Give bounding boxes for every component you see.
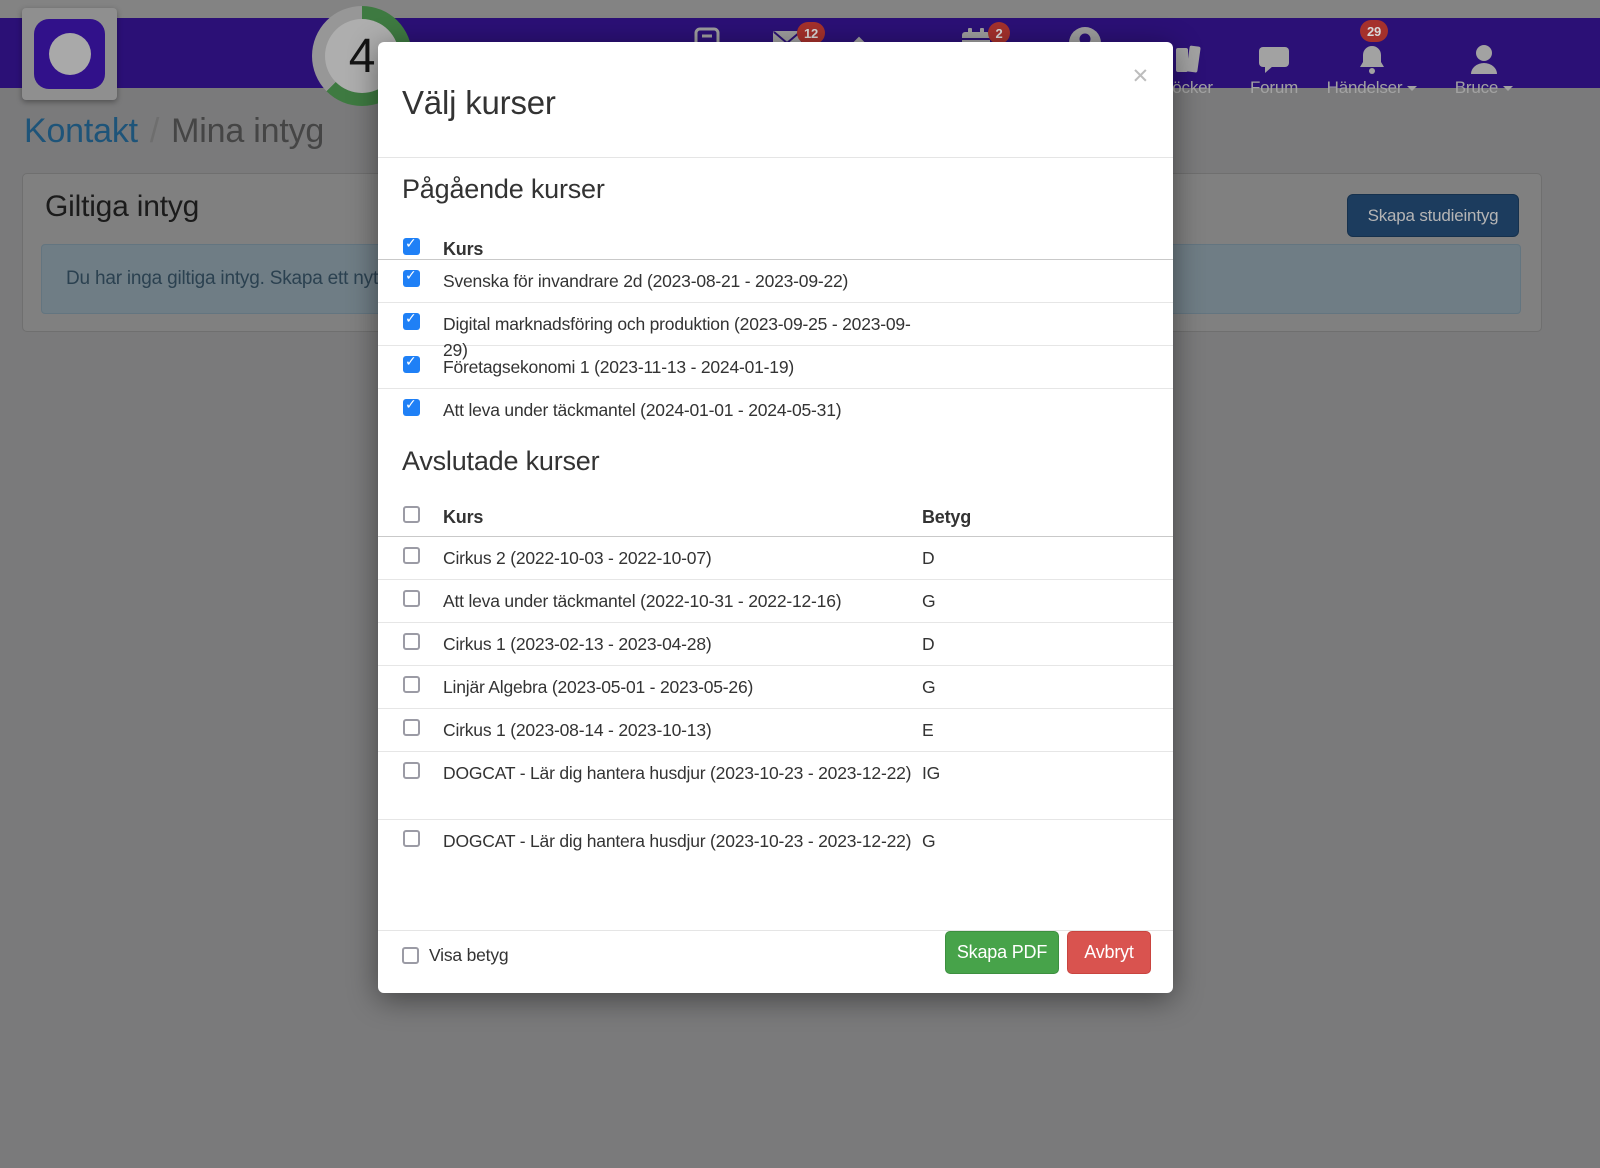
course-label: Företagsekonomi 1 (2023-11-13 - 2024-01-… [443, 354, 913, 380]
bell-icon [1322, 42, 1422, 74]
nav-item-forum[interactable]: Forum [1239, 42, 1309, 100]
breadcrumb-separator: / [138, 112, 171, 150]
ongoing-heading: Pågående kurser [402, 174, 605, 205]
user-icon [1444, 42, 1524, 74]
table-row: Digital marknadsföring och produktion (2… [378, 303, 1173, 346]
header-divider [378, 157, 1173, 158]
course-checkbox[interactable] [403, 270, 420, 287]
table-row: Cirkus 1 (2023-02-13 - 2023-04-28) D [378, 623, 1173, 666]
top-strip [0, 0, 1600, 18]
nav-label-events: Händelser [1327, 78, 1403, 97]
chat-bubble-icon [1239, 42, 1309, 74]
course-checkbox[interactable] [403, 633, 420, 650]
course-checkbox[interactable] [403, 356, 420, 373]
course-label: Att leva under täckmantel (2022-10-31 - … [443, 588, 913, 614]
nav-item-user[interactable]: Bruce [1444, 42, 1524, 100]
grade-value: D [922, 545, 934, 571]
close-icon[interactable]: ✕ [1132, 64, 1149, 89]
column-kurs: Kurs [443, 236, 913, 262]
finished-heading: Avslutade kurser [402, 446, 599, 477]
breadcrumb-link-kontakt[interactable]: Kontakt [24, 112, 138, 150]
visa-betyg-checkbox[interactable] [402, 947, 419, 964]
valj-kurser-modal: ✕ Välj kurser Pågående kurser Kurs Svens… [378, 42, 1173, 993]
grade-value: G [922, 588, 935, 614]
course-checkbox[interactable] [403, 590, 420, 607]
select-all-ongoing-checkbox[interactable] [403, 238, 420, 255]
course-label: Cirkus 1 (2023-02-13 - 2023-04-28) [443, 631, 913, 657]
grade-value: D [922, 631, 934, 657]
calendar-badge: 2 [988, 22, 1010, 44]
table-row: Svenska för invandrare 2d (2023-08-21 - … [378, 260, 1173, 303]
table-row: Cirkus 1 (2023-08-14 - 2023-10-13) E [378, 709, 1173, 752]
grade-value: G [922, 674, 935, 700]
ongoing-header-row: Kurs [378, 228, 1173, 260]
visa-betyg-label: Visa betyg [429, 945, 508, 966]
table-row: Att leva under täckmantel (2024-01-01 - … [378, 389, 1173, 432]
finished-table: Kurs Betyg Cirkus 2 (2022-10-03 - 2022-1… [378, 496, 1173, 888]
screen: 12 2 Böcker Forum Händelser [0, 0, 1600, 1168]
table-row: Linjär Algebra (2023-05-01 - 2023-05-26)… [378, 666, 1173, 709]
course-label: Cirkus 2 (2022-10-03 - 2022-10-07) [443, 545, 913, 571]
logo-circle-icon [49, 33, 91, 75]
nav-label-user: Bruce [1455, 78, 1498, 97]
caret-down-icon [1407, 86, 1417, 91]
caret-down-icon [1503, 86, 1513, 91]
table-row: Cirkus 2 (2022-10-03 - 2022-10-07) D [378, 537, 1173, 580]
breadcrumb-current: Mina intyg [171, 112, 324, 150]
nav-item-events[interactable]: Händelser [1322, 42, 1422, 100]
column-betyg: Betyg [922, 504, 971, 530]
modal-title: Välj kurser [402, 84, 556, 122]
column-kurs: Kurs [443, 504, 913, 530]
course-checkbox[interactable] [403, 676, 420, 693]
course-label: DOGCAT - Lär dig hantera husdjur (2023-1… [443, 828, 913, 854]
course-checkbox[interactable] [403, 399, 420, 416]
messages-badge: 12 [797, 22, 825, 44]
events-badge: 29 [1360, 20, 1388, 42]
table-row: DOGCAT - Lär dig hantera husdjur (2023-1… [378, 752, 1173, 820]
card-title: Giltiga intyg [45, 190, 199, 224]
visa-betyg-control: Visa betyg [402, 945, 508, 966]
nav-label-forum: Forum [1239, 78, 1309, 98]
course-label: Att leva under täckmantel (2024-01-01 - … [443, 397, 913, 423]
course-label: DOGCAT - Lär dig hantera husdjur (2023-1… [443, 760, 913, 786]
logo-square [34, 19, 105, 89]
avbryt-button[interactable]: Avbryt [1067, 931, 1151, 974]
course-label: Linjär Algebra (2023-05-01 - 2023-05-26) [443, 674, 913, 700]
course-checkbox[interactable] [403, 547, 420, 564]
breadcrumb: Kontakt/Mina intyg [24, 112, 324, 151]
course-label: Svenska för invandrare 2d (2023-08-21 - … [443, 268, 913, 294]
table-row: DOGCAT - Lär dig hantera husdjur (2023-1… [378, 820, 1173, 888]
ongoing-table: Kurs Svenska för invandrare 2d (2023-08-… [378, 228, 1173, 432]
select-all-finished-checkbox[interactable] [403, 506, 420, 523]
course-checkbox[interactable] [403, 830, 420, 847]
table-row: Att leva under täckmantel (2022-10-31 - … [378, 580, 1173, 623]
course-checkbox[interactable] [403, 313, 420, 330]
skapa-pdf-button[interactable]: Skapa PDF [945, 931, 1059, 974]
grade-value: E [922, 717, 933, 743]
course-checkbox[interactable] [403, 762, 420, 779]
finished-header-row: Kurs Betyg [378, 496, 1173, 537]
grade-value: IG [922, 760, 940, 786]
course-label: Cirkus 1 (2023-08-14 - 2023-10-13) [443, 717, 913, 743]
table-row: Företagsekonomi 1 (2023-11-13 - 2024-01-… [378, 346, 1173, 389]
course-checkbox[interactable] [403, 719, 420, 736]
grade-value: G [922, 828, 935, 854]
skapa-studieintyg-button[interactable]: Skapa studieintyg [1347, 194, 1519, 237]
app-logo[interactable] [22, 8, 117, 100]
